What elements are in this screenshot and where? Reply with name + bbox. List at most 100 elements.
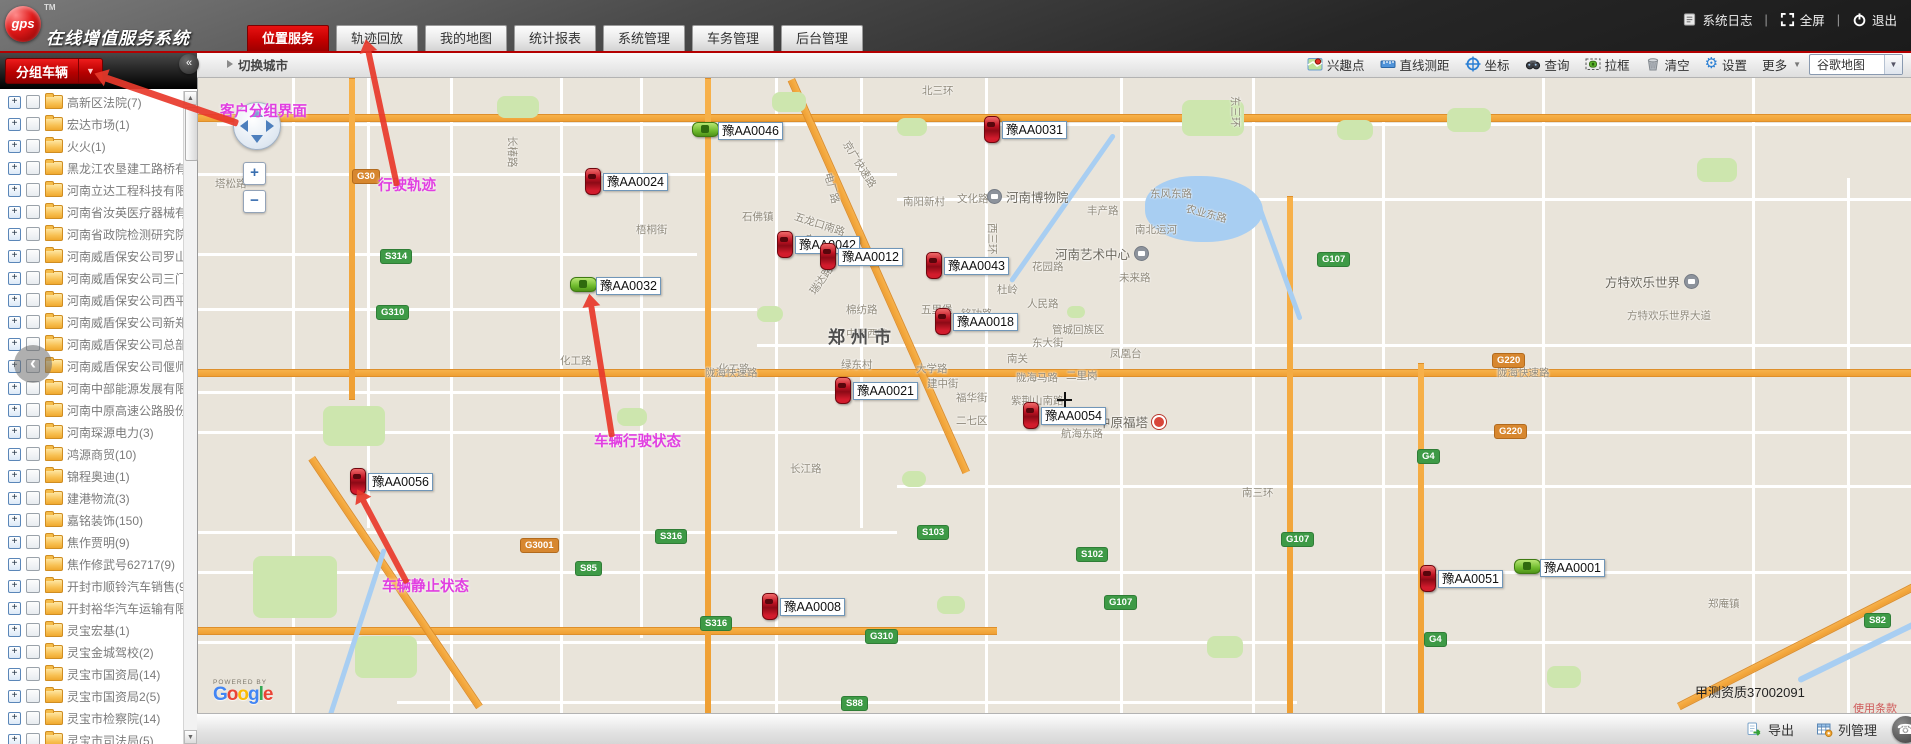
expand-icon[interactable]: + xyxy=(8,272,21,285)
tree-checkbox[interactable] xyxy=(26,557,40,571)
tree-checkbox[interactable] xyxy=(26,689,40,703)
nav-tab[interactable]: 后台管理 xyxy=(781,25,863,51)
ruler-tool[interactable]: 直线测距 xyxy=(1380,55,1450,74)
tree-checkbox[interactable] xyxy=(26,491,40,505)
nav-tab[interactable]: 车务管理 xyxy=(692,25,774,51)
tree-item[interactable]: +建港物流(3) xyxy=(0,487,184,509)
tree-item[interactable]: +嘉铭装饰(150) xyxy=(0,509,184,531)
expand-icon[interactable]: + xyxy=(8,558,21,571)
expand-icon[interactable]: + xyxy=(8,602,21,615)
expand-icon[interactable]: + xyxy=(8,250,21,263)
expand-icon[interactable]: + xyxy=(8,338,21,351)
expand-icon[interactable]: + xyxy=(8,316,21,329)
map[interactable]: 塔松路化工路化工路梧桐街长椿路瑞达路西三环五龙口南路电厂路石佛镇冉屯路南阳新村文… xyxy=(197,78,1911,714)
tree-item[interactable]: +鸿源商贸(10) xyxy=(0,443,184,465)
tree-checkbox[interactable] xyxy=(26,227,40,241)
tree-item[interactable]: +灵宝金城驾校(2) xyxy=(0,641,184,663)
map-pan-control[interactable] xyxy=(233,102,281,150)
tree-item[interactable]: +河南中原高速公路股份有限公司 xyxy=(0,399,184,421)
tree-checkbox[interactable] xyxy=(26,117,40,131)
tree-checkbox[interactable] xyxy=(26,645,40,659)
column-manage-button[interactable]: 列管理 xyxy=(1816,720,1877,739)
boxsel-tool[interactable]: 拉框 xyxy=(1585,55,1630,74)
expand-icon[interactable]: + xyxy=(8,646,21,659)
tree-checkbox[interactable] xyxy=(26,579,40,593)
expand-icon[interactable]: + xyxy=(8,514,21,527)
pan-down-icon[interactable] xyxy=(251,135,263,143)
tree-checkbox[interactable] xyxy=(26,667,40,681)
poi-tool[interactable]: 兴趣点 xyxy=(1307,55,1365,74)
tree-checkbox[interactable] xyxy=(26,205,40,219)
tree-item[interactable]: +高新区法院(7) xyxy=(0,91,184,113)
nav-tab[interactable]: 我的地图 xyxy=(425,25,507,51)
nav-tab[interactable]: 位置服务 xyxy=(247,25,329,51)
map-type-select[interactable]: 谷歌地图 ▼ xyxy=(1809,54,1903,75)
tree-item[interactable]: +河南省汝英医疗器械有限公司 xyxy=(0,201,184,223)
pan-left-icon[interactable] xyxy=(240,120,248,132)
tree-item[interactable]: +灵宝市司法局(5) xyxy=(0,729,184,744)
switch-city-button[interactable]: 切换城市 xyxy=(227,51,288,77)
tree-item[interactable]: +灵宝宏基(1) xyxy=(0,619,184,641)
nav-tab[interactable]: 统计报表 xyxy=(514,25,596,51)
expand-icon[interactable]: + xyxy=(8,624,21,637)
expand-icon[interactable]: + xyxy=(8,426,21,439)
tree-checkbox[interactable] xyxy=(26,711,40,725)
expand-icon[interactable]: + xyxy=(8,492,21,505)
tree-checkbox[interactable] xyxy=(26,183,40,197)
tree-checkbox[interactable] xyxy=(26,271,40,285)
tree-checkbox[interactable] xyxy=(26,513,40,527)
pan-right-icon[interactable] xyxy=(266,120,274,132)
zoom-out-button[interactable]: − xyxy=(243,190,266,213)
clear-tool[interactable]: 清空 xyxy=(1645,55,1690,74)
tree-checkbox[interactable] xyxy=(26,535,40,549)
tree-item[interactable]: +河南威盾保安公司新郑 xyxy=(0,311,184,333)
expand-icon[interactable]: + xyxy=(8,404,21,417)
tree-item[interactable]: +锦程奥迪(1) xyxy=(0,465,184,487)
tree-item[interactable]: +黑龙江农垦建工路桥有限公司 xyxy=(0,157,184,179)
expand-icon[interactable]: + xyxy=(8,448,21,461)
expand-icon[interactable]: + xyxy=(8,690,21,703)
tree-checkbox[interactable] xyxy=(26,161,40,175)
expand-icon[interactable]: + xyxy=(8,734,21,744)
expand-icon[interactable]: + xyxy=(8,162,21,175)
pan-up-icon[interactable] xyxy=(251,109,263,117)
tree-item[interactable]: +开封市顺铃汽车销售(9) xyxy=(0,575,184,597)
expand-icon[interactable]: + xyxy=(8,668,21,681)
sidebar-collapse-handle[interactable]: ‹ xyxy=(14,345,52,383)
scroll-up-icon[interactable]: ▲ xyxy=(184,91,197,105)
tree-item[interactable]: +灵宝市检察院(14) xyxy=(0,707,184,729)
more-tool[interactable]: 更多▼ xyxy=(1762,55,1801,74)
group-vehicles-button[interactable]: 分组车辆 ▼ xyxy=(5,58,103,84)
tree-checkbox[interactable] xyxy=(26,623,40,637)
export-button[interactable]: 导出 xyxy=(1746,720,1794,739)
log-link[interactable]: 系统日志 xyxy=(1682,10,1752,29)
tree-checkbox[interactable] xyxy=(26,381,40,395)
tree-item[interactable]: +开封裕华汽车运输有限公司 xyxy=(0,597,184,619)
tree-item[interactable]: +河南威盾保安公司罗山 xyxy=(0,245,184,267)
fullscreen-link[interactable]: 全屏 xyxy=(1780,10,1825,29)
collapse-sidebar-button[interactable]: « xyxy=(179,54,199,74)
tree-checkbox[interactable] xyxy=(26,315,40,329)
sidebar-scrollbar[interactable]: ▲ ▼ xyxy=(183,91,197,744)
tree-checkbox[interactable] xyxy=(26,293,40,307)
tree-item[interactable]: +焦作修武号62717(9) xyxy=(0,553,184,575)
tree-item[interactable]: +灵宝市国资局(14) xyxy=(0,663,184,685)
search-tool[interactable]: 查询 xyxy=(1525,55,1570,74)
tree-item[interactable]: +火火(1) xyxy=(0,135,184,157)
tree-item[interactable]: +宏达市场(1) xyxy=(0,113,184,135)
scroll-down-icon[interactable]: ▼ xyxy=(184,730,197,744)
tree-checkbox[interactable] xyxy=(26,249,40,263)
floating-service-icon[interactable]: ☎ xyxy=(1892,716,1911,743)
tree-checkbox[interactable] xyxy=(26,403,40,417)
expand-icon[interactable]: + xyxy=(8,470,21,483)
expand-icon[interactable]: + xyxy=(8,382,21,395)
expand-icon[interactable]: + xyxy=(8,206,21,219)
tree-checkbox[interactable] xyxy=(26,139,40,153)
nav-tab[interactable]: 轨迹回放 xyxy=(336,25,418,51)
nav-tab[interactable]: 系统管理 xyxy=(603,25,685,51)
expand-icon[interactable]: + xyxy=(8,118,21,131)
expand-icon[interactable]: + xyxy=(8,228,21,241)
expand-icon[interactable]: + xyxy=(8,140,21,153)
tree-checkbox[interactable] xyxy=(26,95,40,109)
gear-tool[interactable]: ⚙设置 xyxy=(1705,55,1747,74)
